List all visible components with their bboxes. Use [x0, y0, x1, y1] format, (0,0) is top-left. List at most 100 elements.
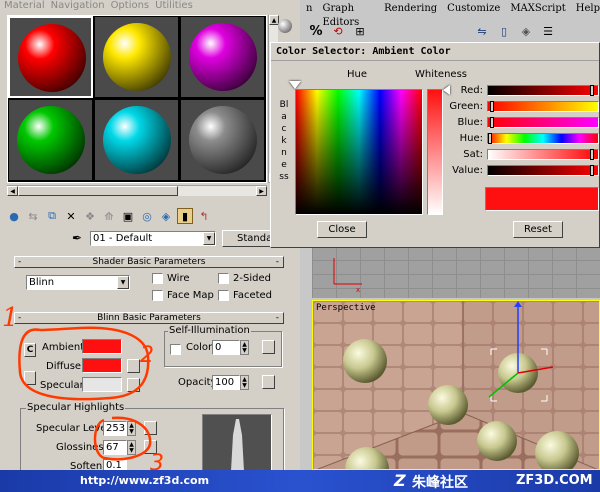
blinn-rollout-header[interactable]: - Blinn Basic Parameters - — [14, 312, 284, 324]
self-illum-color-checkbox[interactable] — [170, 344, 181, 355]
menu-material[interactable]: Material — [4, 0, 45, 12]
close-button[interactable]: Close — [317, 221, 367, 238]
glossiness-field[interactable]: 67 — [103, 440, 127, 455]
make-unique-icon[interactable]: ⟰ — [101, 208, 117, 224]
sample-slot-red[interactable] — [8, 16, 93, 98]
magenta-material-sphere — [189, 23, 257, 91]
sat-channel-slider[interactable] — [487, 149, 599, 160]
face-map-checkbox[interactable] — [152, 290, 163, 301]
color-lock-button[interactable]: C — [24, 343, 36, 357]
menu-options[interactable]: Options — [111, 0, 150, 12]
sample-slot-yellow[interactable] — [94, 16, 179, 98]
specular-level-map-button[interactable] — [144, 421, 157, 435]
wire-checkbox[interactable] — [152, 273, 163, 284]
hue-channel-slider[interactable] — [487, 133, 599, 144]
reset-map-icon[interactable]: ✕ — [63, 208, 79, 224]
chevron-down-icon[interactable]: ▼ — [203, 232, 215, 245]
slot-horizontal-scrollbar[interactable]: ◀ ▶ — [7, 185, 267, 196]
eraser-icon[interactable]: ◈ — [518, 23, 534, 39]
menu-maxscript[interactable]: MAXScript — [510, 2, 565, 16]
self-illum-map-button[interactable] — [262, 340, 275, 354]
specular-color-swatch[interactable] — [82, 377, 122, 392]
faceted-checkbox[interactable] — [218, 290, 229, 301]
reset-button[interactable]: Reset — [513, 221, 563, 238]
shader-type-select[interactable]: Blinn ▼ — [26, 275, 130, 290]
shader-rollout-header[interactable]: - Shader Basic Parameters - — [14, 256, 284, 268]
blue-channel-slider[interactable] — [487, 117, 599, 128]
menu-graph-editors[interactable]: Graph Editors — [322, 2, 374, 28]
library-icon[interactable]: ▣ — [120, 208, 136, 224]
self-illum-value-field[interactable]: 0 — [212, 340, 240, 355]
self-illum-spinner[interactable]: ▲ ▼ — [240, 340, 249, 355]
align-icon[interactable]: ▯ — [496, 23, 512, 39]
get-material-icon[interactable]: ● — [6, 208, 22, 224]
material-toolbar: ● ⇆ ⧉ ✕ ❖ ⟰ ▣ ◎ ◈ ▮ ↰ — [6, 206, 286, 226]
specular-map-button[interactable] — [127, 378, 140, 392]
two-sided-checkbox[interactable] — [218, 273, 229, 284]
menu-customize[interactable]: Customize — [447, 2, 500, 16]
assign-material-icon[interactable]: ⧉ — [44, 208, 60, 224]
go-parent-icon[interactable]: ↰ — [196, 208, 212, 224]
diffuse-map-button[interactable] — [127, 359, 140, 373]
perspective-viewport[interactable]: Perspective — [312, 300, 600, 470]
red-channel-label: Red: — [460, 85, 483, 96]
material-name-combo[interactable]: 01 - Default ▼ — [90, 231, 216, 246]
menu-utilities[interactable]: Utilities — [155, 0, 193, 12]
sample-slot-cyan[interactable] — [94, 99, 179, 181]
percent-snap-icon[interactable]: % — [308, 23, 324, 39]
sample-type-icon[interactable] — [278, 19, 292, 33]
scroll-thumb[interactable] — [18, 186, 178, 196]
top-viewport[interactable]: x — [312, 246, 600, 298]
wire-option[interactable]: Wire — [152, 273, 190, 284]
sat-slider-thumb[interactable] — [590, 149, 594, 160]
sample-slot-green[interactable] — [8, 99, 93, 181]
chevron-down-icon[interactable]: ▼ — [117, 276, 129, 289]
hue-slider-thumb[interactable] — [488, 133, 492, 144]
sample-slot-gray[interactable] — [180, 99, 265, 181]
viewport-label[interactable]: Perspective — [316, 303, 376, 313]
red-channel-slider[interactable] — [487, 85, 599, 96]
named-selection-icon[interactable]: ⊞ — [352, 23, 368, 39]
color-selector-titlebar[interactable]: Color Selector: Ambient Color — [271, 43, 599, 61]
red-slider-thumb[interactable] — [590, 85, 594, 96]
menu-partial[interactable]: n — [306, 2, 312, 16]
menu-rendering[interactable]: Rendering — [384, 2, 437, 16]
show-end-result-icon[interactable]: ▮ — [177, 208, 193, 224]
ambient-color-swatch[interactable] — [82, 339, 122, 354]
value-slider-thumb[interactable] — [590, 165, 594, 176]
scroll-left-button[interactable]: ◀ — [7, 186, 18, 196]
specular-level-spinner[interactable]: ▲ ▼ — [127, 421, 136, 436]
layer-icon[interactable]: ☰ — [540, 23, 556, 39]
mirror-icon[interactable]: ⇋ — [474, 23, 490, 39]
green-channel-slider[interactable] — [487, 101, 599, 112]
spinner-snap-icon[interactable]: ⟲ — [330, 23, 346, 39]
blue-slider-thumb[interactable] — [490, 117, 494, 128]
green-slider-thumb[interactable] — [490, 101, 494, 112]
opacity-spinner[interactable]: ▲ ▼ — [240, 375, 249, 390]
sample-slot-magenta[interactable] — [180, 16, 265, 98]
material-effects-icon[interactable]: ◎ — [139, 208, 155, 224]
pick-material-icon[interactable]: ✒ — [72, 231, 82, 245]
face-map-option[interactable]: Face Map — [152, 290, 214, 301]
opacity-field[interactable]: 100 — [212, 375, 240, 390]
opacity-map-button[interactable] — [262, 375, 275, 389]
put-to-scene-icon[interactable]: ⇆ — [25, 208, 41, 224]
hue-pointer-icon[interactable] — [289, 81, 301, 89]
glossiness-map-button[interactable] — [144, 440, 157, 454]
copy-material-icon[interactable]: ❖ — [82, 208, 98, 224]
hue-blackness-field[interactable] — [295, 89, 423, 215]
glossiness-spinner[interactable]: ▲ ▼ — [127, 440, 136, 455]
reset-button-label: Reset — [524, 224, 552, 235]
menu-navigation[interactable]: Navigation — [51, 0, 105, 12]
color-lock-button-2[interactable] — [24, 371, 36, 385]
menu-help[interactable]: Help — [576, 2, 600, 16]
two-sided-option[interactable]: 2-Sided — [218, 273, 271, 284]
show-map-icon[interactable]: ◈ — [158, 208, 174, 224]
whiteness-bar[interactable] — [427, 89, 443, 215]
faceted-option[interactable]: Faceted — [218, 290, 272, 301]
scroll-right-button[interactable]: ▶ — [256, 186, 267, 196]
diffuse-color-swatch[interactable] — [82, 358, 122, 373]
gray-material-sphere — [189, 106, 257, 174]
value-channel-slider[interactable] — [487, 165, 599, 176]
specular-level-field[interactable]: 253 — [103, 421, 127, 436]
